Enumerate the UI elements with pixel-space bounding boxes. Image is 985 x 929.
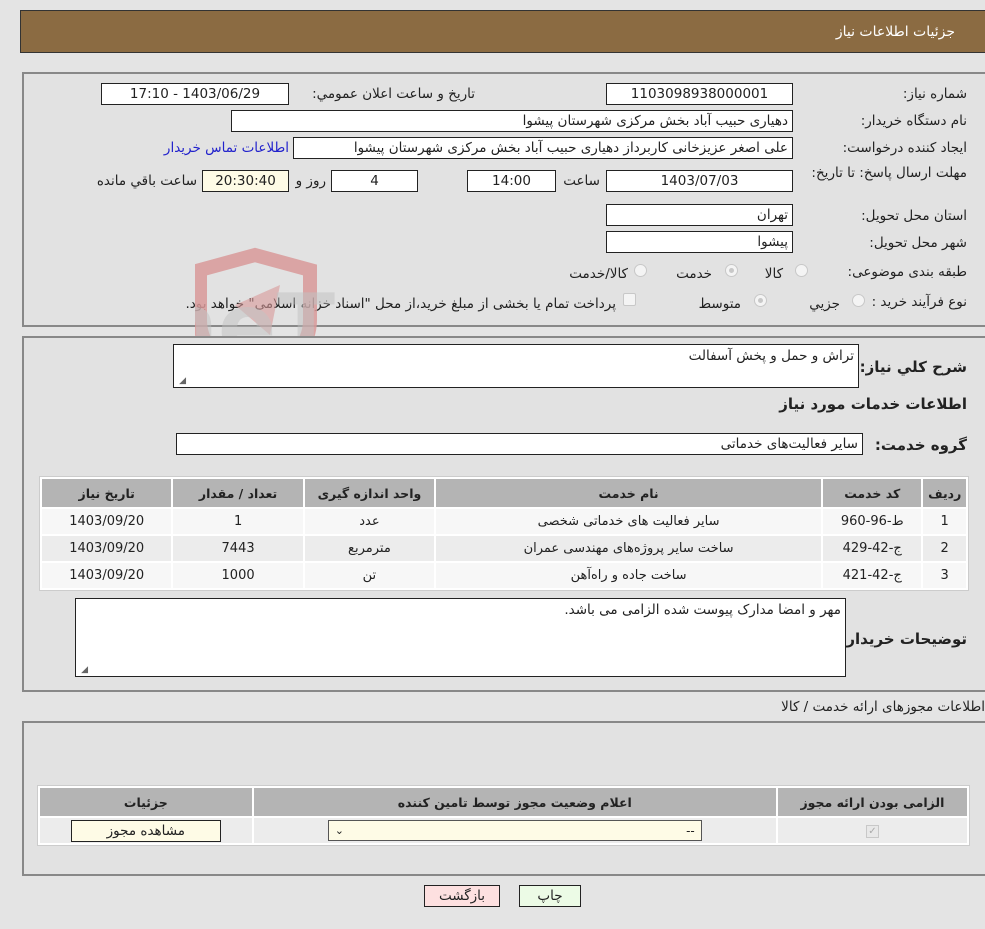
category-option-goods: کالا [764,266,783,282]
services-section-title: اطلاعات خدمات مورد نیاز [779,395,967,413]
cell-row: 3 [923,563,966,588]
province-label: استان محل تحویل: [861,208,967,224]
col-details: جزئیات [40,788,252,816]
table-row: ✓ -- ⌄ مشاهده مجوز [40,818,967,843]
buyer-org-label: نام دستگاه خریدار: [860,113,967,129]
remaining-time-field: 20:30:40 [202,170,289,192]
province-field: تهران [606,204,793,226]
page-title: جزئیات اطلاعات نیاز [835,23,955,40]
resize-handle-icon[interactable]: ◢ [78,665,88,675]
print-button[interactable]: چاپ [519,885,581,907]
announce-field: 1403/06/29 - 17:10 [101,83,289,105]
cell-name: ساخت سایر پروژه‌های مهندسی عمران [436,536,822,561]
services-table-wrapper: ردیف کد خدمت نام خدمت واحد اندازه گیری ت… [39,476,969,591]
page-header: جزئیات اطلاعات نیاز [20,10,985,53]
buyer-notes-text: مهر و امضا مدارک پیوست شده الزامی می باش… [564,602,841,618]
requester-field: علی اصغر عزیزخانی کاربرداز دهیاری حبیب آ… [293,137,793,159]
requester-label: ایجاد کننده درخواست: [842,140,967,156]
remaining-label: ساعت باقي مانده [96,173,197,189]
back-button[interactable]: بازگشت [424,885,500,907]
cell-name: ساخت جاده و راه‌آهن [436,563,822,588]
need-number-label: شماره نیاز: [902,86,967,102]
buyer-contact-link[interactable]: اطلاعات تماس خریدار [164,140,289,156]
process-option-medium: متوسط [698,296,741,312]
process-radio-minor[interactable] [852,294,865,307]
permits-table-wrapper: الزامی بودن ارائه مجوز اعلام وضعیت مجوز … [37,785,970,846]
buyer-notes-label: توضیحات خریدار: [840,630,967,648]
resize-handle-icon[interactable]: ◢ [176,376,186,386]
days-label: روز و [295,173,326,189]
deadline-date-field: 1403/07/03 [606,170,793,192]
buyer-org-field: دهیاری حبیب آباد بخش مرکزی شهرستان پیشوا [231,110,793,132]
cell-row: 2 [923,536,966,561]
view-permit-button[interactable]: مشاهده مجوز [70,819,221,842]
cell-qty: 1000 [173,563,303,588]
permits-table: الزامی بودن ارائه مجوز اعلام وضعیت مجوز … [37,785,970,846]
table-row: 2 ج-42-429 ساخت سایر پروژه‌های مهندسی عم… [42,536,966,561]
summary-label: شرح كلي نياز: [859,358,967,376]
permit-status-value: -- [686,823,695,838]
cell-date: 1403/09/20 [42,536,172,561]
col-date: تاریخ نیاز [42,479,172,507]
category-label: طبقه بندی موضوعی: [847,264,967,280]
services-table: ردیف کد خدمت نام خدمت واحد اندازه گیری ت… [39,476,969,591]
required-checkbox[interactable]: ✓ [865,825,879,838]
category-radio-service[interactable] [725,264,738,277]
days-field: 4 [331,170,418,192]
treasury-checkbox[interactable] [623,293,636,306]
time-label: ساعت [563,173,600,189]
deadline-label: مهلت ارسال پاسخ: تا تاریخ: [811,165,967,181]
cell-code: ج-42-421 [823,563,922,588]
summary-text: تراش و حمل و پخش آسفالت [688,348,854,364]
permits-section-title: اطلاعات مجوزهای ارائه خدمت / کالا [781,699,985,715]
col-qty: تعداد / مقدار [173,479,303,507]
city-label: شهر محل تحویل: [869,235,967,251]
process-option-minor: جزيي [809,296,840,312]
cell-date: 1403/09/20 [42,509,172,534]
cell-date: 1403/09/20 [42,563,172,588]
cell-status: -- ⌄ [253,818,776,843]
cell-name: سایر فعالیت های خدماتی شخصی [436,509,822,534]
table-row: 1 ط-96-960 سایر فعالیت های خدماتی شخصی ع… [42,509,966,534]
treasury-note: پرداخت تمام یا بخشی از مبلغ خرید،از محل … [185,296,616,312]
cell-code: ط-96-960 [823,509,922,534]
col-unit: واحد اندازه گیری [304,479,435,507]
col-code: کد خدمت [823,479,922,507]
cell-qty: 7443 [173,536,303,561]
buyer-notes-textarea[interactable]: مهر و امضا مدارک پیوست شده الزامی می باش… [75,598,846,677]
cell-qty: 1 [173,509,303,534]
permits-table-header: الزامی بودن ارائه مجوز اعلام وضعیت مجوز … [40,788,967,816]
category-radio-goods-service[interactable] [634,264,647,277]
col-name: نام خدمت [436,479,822,507]
cell-unit: عدد [304,509,435,534]
col-row: ردیف [923,479,966,507]
chevron-down-icon: ⌄ [334,824,344,837]
services-table-header: ردیف کد خدمت نام خدمت واحد اندازه گیری ت… [42,479,966,507]
permit-status-select[interactable]: -- ⌄ [327,820,702,841]
cell-unit: تن [304,563,435,588]
service-group-label: گروه خدمت: [874,436,967,454]
col-status: اعلام وضعیت مجوز توسط تامین کننده [253,788,776,816]
col-required: الزامی بودن ارائه مجوز [777,788,967,816]
table-row: 3 ج-42-421 ساخت جاده و راه‌آهن تن 1000 1… [42,563,966,588]
category-option-service: خدمت [676,266,712,282]
process-label: نوع فرآیند خرید : [871,294,967,310]
cell-required: ✓ [777,818,967,843]
city-field: پیشوا [606,231,793,253]
cell-code: ج-42-429 [823,536,922,561]
category-option-goods-service: کالا/خدمت [569,266,628,282]
service-group-field: سایر فعالیت‌های خدماتی [176,433,863,455]
cell-details: مشاهده مجوز [40,818,252,843]
cell-row: 1 [923,509,966,534]
deadline-time-field: 14:00 [467,170,556,192]
process-radio-medium[interactable] [754,294,767,307]
cell-unit: مترمربع [304,536,435,561]
summary-textarea[interactable]: تراش و حمل و پخش آسفالت ◢ [173,344,859,388]
category-radio-goods[interactable] [795,264,808,277]
announce-label: تاريخ و ساعت اعلان عمومي: [312,86,475,102]
need-number-field: 1103098938000001 [606,83,793,105]
